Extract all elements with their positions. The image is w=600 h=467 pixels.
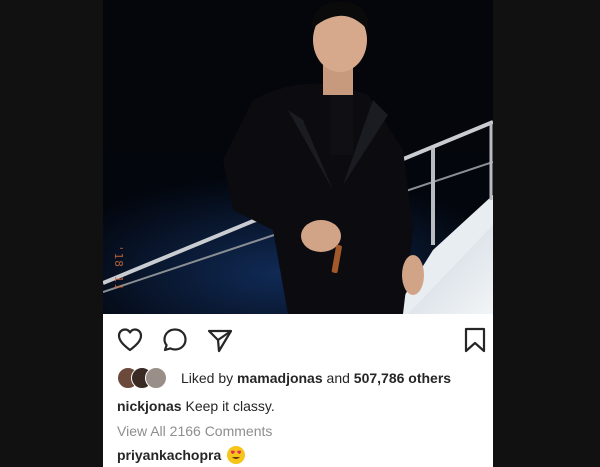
comment-item: priyankachopra: [117, 446, 246, 464]
caption-text: Keep it classy.: [185, 398, 275, 414]
post-photo[interactable]: '18 11: [103, 0, 493, 314]
liker-username-link[interactable]: mamadjonas: [237, 370, 323, 386]
heart-eyes-emoji-icon: [227, 446, 246, 464]
view-all-comments-link[interactable]: View All 2166 Comments: [117, 423, 272, 439]
comment-bubble-icon[interactable]: [161, 326, 189, 354]
likes-prefix: Liked by: [181, 370, 234, 386]
likes-conjunction: and: [326, 370, 350, 386]
photo-man-in-velvet-suit-icon: [103, 0, 493, 314]
likes-count-link[interactable]: 507,786 others: [354, 370, 451, 386]
heart-icon[interactable]: [116, 326, 144, 354]
paper-plane-icon[interactable]: [206, 326, 234, 354]
caption-username-link[interactable]: nickjonas: [117, 398, 182, 414]
avatar: [145, 367, 167, 389]
liker-avatars[interactable]: [117, 367, 171, 389]
instagram-post: '18 11 Liked by mamadjonas and 507,786 o…: [103, 0, 493, 467]
photo-date-stamp: '18 11: [112, 245, 125, 291]
post-caption: nickjonas Keep it classy.: [117, 398, 275, 414]
bookmark-icon[interactable]: [461, 326, 489, 354]
likes-line: Liked by mamadjonas and 507,786 others: [117, 367, 451, 389]
post-actions-bar: [103, 314, 493, 362]
comment-username-link[interactable]: priyankachopra: [117, 447, 221, 463]
